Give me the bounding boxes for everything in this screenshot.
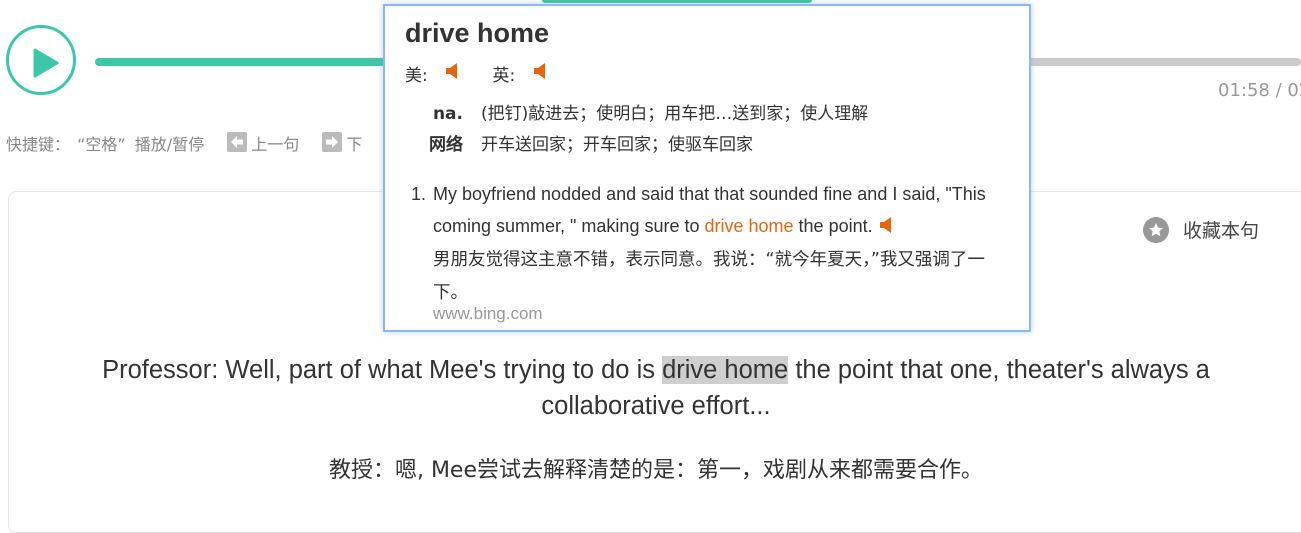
example-sentence: 1. My boyfriend nodded and said that tha… bbox=[411, 179, 1011, 309]
definition-meaning: 开车送回家；开车回家；使驱车回家 bbox=[481, 135, 753, 155]
arrow-right-icon[interactable] bbox=[322, 132, 343, 152]
time-display: 01:58 / 02 bbox=[1218, 80, 1301, 101]
arrow-left-icon[interactable] bbox=[227, 132, 248, 152]
shortcut-label: 快捷键： bbox=[6, 135, 71, 154]
star-icon bbox=[1143, 216, 1169, 243]
uk-pron-label: 英: bbox=[492, 66, 516, 86]
popup-top-accent bbox=[542, 0, 812, 3]
uk-speaker-icon[interactable] bbox=[533, 62, 547, 85]
definition-row: na. (把钉)敲进去；使明白；用车把…送到家；使人理解 bbox=[405, 99, 868, 124]
us-speaker-icon[interactable] bbox=[445, 62, 459, 85]
definition-pos: 网络 bbox=[429, 135, 463, 155]
example-speaker-icon[interactable] bbox=[879, 213, 893, 245]
shortcut-play-pause: 播放/暂停 bbox=[134, 135, 205, 154]
dictionary-popup: drive home 美: 英: na. (把钉)敲进去；使明白；用车把…送到家；… bbox=[383, 4, 1031, 332]
play-button[interactable] bbox=[6, 25, 76, 95]
example-number: 1. bbox=[411, 184, 427, 204]
definition-row: 网络 开车送回家；开车回家；使驱车回家 bbox=[405, 130, 753, 155]
pronunciation-row: 美: 英: bbox=[405, 61, 575, 86]
sentence-english: Professor: Well, part of what Mee's tryi… bbox=[40, 352, 1272, 424]
popup-headword: drive home bbox=[405, 18, 550, 48]
us-pron-label: 美: bbox=[405, 66, 428, 86]
favorite-sentence-button[interactable]: 收藏本句 bbox=[1143, 216, 1260, 243]
sentence-text-before[interactable]: Professor: Well, part of what Mee's tryi… bbox=[102, 356, 662, 384]
definition-meaning: (把钉)敲进去；使明白；用车把…送到家；使人理解 bbox=[481, 104, 869, 124]
example-source[interactable]: www.bing.com bbox=[433, 304, 543, 324]
favorite-label: 收藏本句 bbox=[1183, 220, 1260, 242]
play-icon bbox=[33, 48, 59, 78]
shortcut-next-sentence: 下 bbox=[346, 135, 363, 154]
sentence-chinese: 教授：嗯, Mee尝试去解释清楚的是：第一，戏剧从来都需要合作。 bbox=[328, 458, 984, 483]
example-en-after: the point. bbox=[793, 215, 873, 236]
shortcut-space-key: “空格” bbox=[77, 135, 126, 154]
example-zh: 男朋友觉得这主意不错，表示同意。我说：“就今年夏天，”我又强调了一下。 bbox=[433, 250, 985, 303]
example-highlight: drive home bbox=[704, 215, 794, 236]
shortcut-hints: 快捷键： “空格” 播放/暂停 上一句 下 bbox=[6, 131, 362, 155]
definition-pos: na. bbox=[432, 104, 463, 124]
shortcut-prev-sentence: 上一句 bbox=[251, 135, 300, 154]
sentence-highlighted-phrase[interactable]: drive home bbox=[662, 356, 789, 384]
